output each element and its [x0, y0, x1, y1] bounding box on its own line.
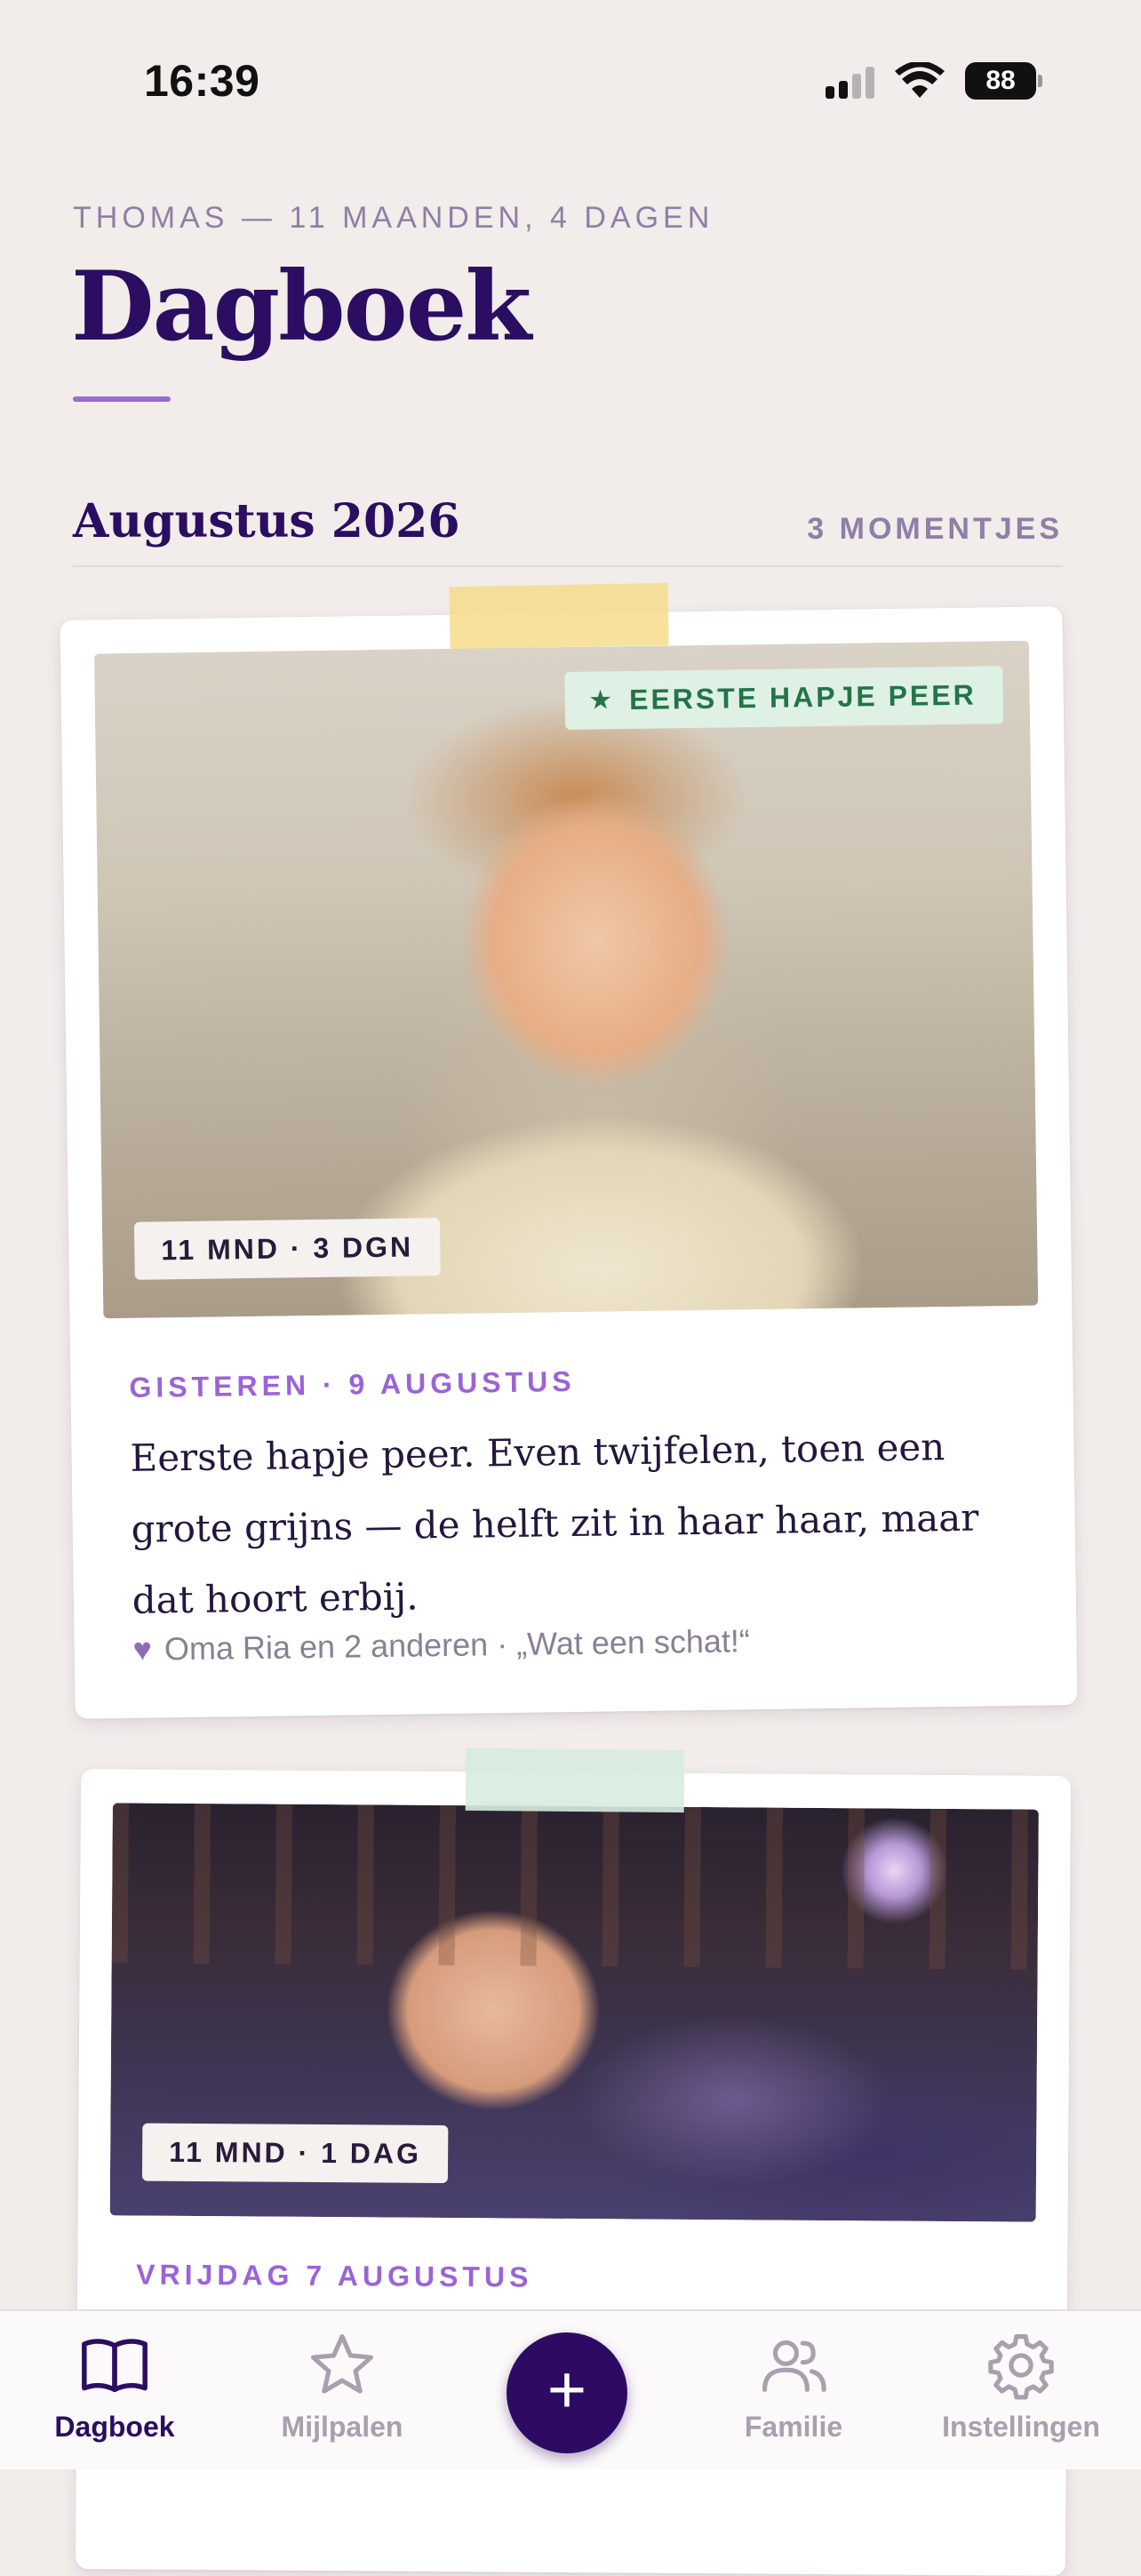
entry-photo[interactable]: ★ EERSTE HAPJE PEER 11 MND · 3 DGN	[93, 640, 1039, 1319]
divider	[73, 565, 1063, 567]
tab-label: Familie	[744, 2411, 843, 2443]
star-icon	[310, 2333, 374, 2394]
diary-entry-card[interactable]: ★ EERSTE HAPJE PEER 11 MND · 3 DGN GISTE…	[60, 606, 1078, 1719]
tab-dagboek[interactable]: Dagboek	[21, 2329, 208, 2444]
wifi-icon	[895, 62, 945, 98]
tab-label: Dagboek	[54, 2411, 175, 2443]
battery-icon: 88	[965, 62, 1042, 100]
entry-date: GISTEREN · 9 AUGUSTUS	[129, 1364, 576, 1404]
page-title: Dagboek	[71, 251, 531, 363]
plus-icon: +	[547, 2352, 587, 2428]
reactions-label: Oma Ria en 2 anderen · „Wat een schat!“	[164, 1622, 751, 1668]
heart-icon: ♥	[132, 1630, 153, 1668]
entry-date: VRIJDAG 7 AUGUSTUS	[136, 2258, 533, 2293]
tab-label: Instellingen	[942, 2411, 1100, 2443]
people-icon	[762, 2340, 826, 2392]
entry-text: Eerste hapje peer. Even twijfelen, toen …	[130, 1425, 979, 1622]
tape-decoration	[465, 1748, 685, 1813]
milestone-label: EERSTE HAPJE PEER	[628, 678, 977, 716]
crib-bars	[111, 1803, 1039, 1970]
tape-decoration	[449, 582, 669, 650]
book-icon	[82, 2339, 148, 2393]
tab-bar: Dagboek Mijlpalen + Familie Instellingen	[0, 2309, 1141, 2469]
entry-photo[interactable]: 11 MND · 1 DAG	[109, 1803, 1039, 2222]
add-entry-button[interactable]: +	[507, 2332, 627, 2453]
age-badge: 11 MND · 1 DAG	[141, 2123, 449, 2184]
moment-count: 3 MOMENTJES	[807, 512, 1063, 546]
tab-label: Mijlpalen	[281, 2411, 403, 2443]
entry-reactions[interactable]: ♥ Oma Ria en 2 anderen · „Wat een schat!…	[132, 1622, 750, 1668]
status-time: 16:39	[144, 56, 260, 106]
tab-instellingen[interactable]: Instellingen	[928, 2329, 1114, 2444]
signal-icon	[826, 63, 874, 99]
battery-level: 88	[985, 66, 1016, 95]
tab-familie[interactable]: Familie	[700, 2329, 887, 2444]
gear-icon	[988, 2333, 1054, 2400]
title-underline	[73, 396, 171, 402]
star-icon: ★	[587, 685, 616, 716]
child-age-subtitle: THOMAS — 11 MAANDEN, 4 DAGEN	[73, 201, 714, 235]
month-heading: Augustus 2026	[73, 494, 460, 548]
milestone-badge: ★ EERSTE HAPJE PEER	[564, 666, 1004, 730]
tab-mijlpalen[interactable]: Mijlpalen	[249, 2329, 435, 2444]
status-icons: 88	[826, 62, 1042, 100]
age-badge: 11 MND · 3 DGN	[133, 1218, 441, 1280]
